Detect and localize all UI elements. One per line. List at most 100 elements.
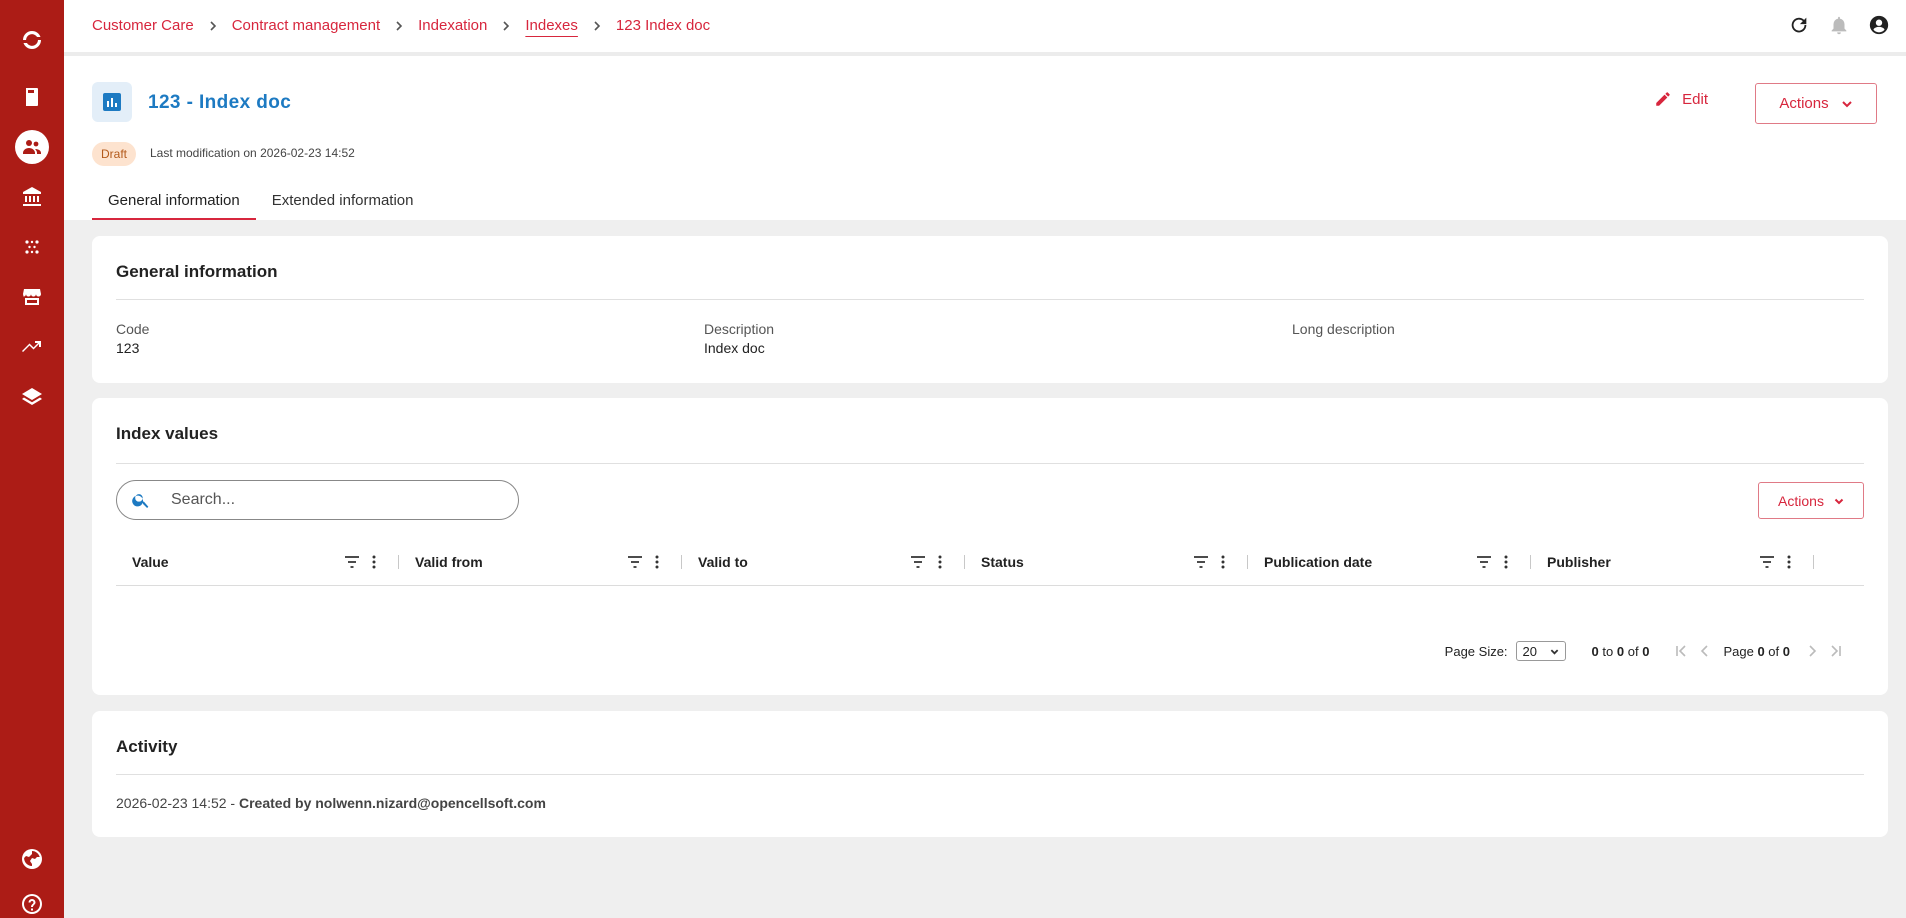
search-icon <box>132 494 149 508</box>
column-header-status[interactable]: Status <box>965 538 1248 586</box>
pager-nav-last <box>1800 644 1848 658</box>
tab-general-information[interactable]: General information <box>92 186 256 220</box>
integration-icon[interactable] <box>16 231 48 263</box>
description-value: Index doc <box>704 340 765 356</box>
activity-text: Created by nolwenn.nizard@opencellsoft.c… <box>239 795 546 811</box>
chevron-down-icon <box>1841 100 1852 107</box>
range-of-word: of <box>1627 643 1639 659</box>
edit-label: Edit <box>1682 90 1708 108</box>
more-vertical-icon[interactable] <box>1216 553 1230 571</box>
logo-icon[interactable] <box>16 24 48 56</box>
top-bar: Customer Care Contract management Indexa… <box>64 0 1906 56</box>
card-title: General information <box>116 262 278 281</box>
more-vertical-icon[interactable] <box>367 553 381 571</box>
card-title: Index values <box>116 424 219 443</box>
activity-timestamp: 2026-02-23 14:52 <box>116 795 227 811</box>
filter-icon[interactable] <box>626 553 644 571</box>
column-label: Valid from <box>415 554 483 570</box>
activity-card: Activity 2026-02-23 14:52 - Created by n… <box>92 711 1888 837</box>
filter-icon[interactable] <box>343 553 361 571</box>
customers-icon[interactable] <box>15 130 49 164</box>
filter-icon[interactable] <box>1475 553 1493 571</box>
bank-icon[interactable] <box>16 181 48 213</box>
breadcrumb-indexation[interactable]: Indexation <box>418 17 487 34</box>
column-header-valid-from[interactable]: Valid from <box>399 538 682 586</box>
filter-icon[interactable] <box>909 553 927 571</box>
breadcrumb-customer-care[interactable]: Customer Care <box>92 17 194 34</box>
help-icon[interactable] <box>16 888 48 918</box>
previous-page-icon[interactable] <box>1698 644 1712 658</box>
account-icon[interactable] <box>1868 14 1890 36</box>
chevron-right-icon <box>501 20 511 31</box>
actions-label: Actions <box>1778 492 1824 509</box>
divider <box>116 774 1864 775</box>
column-label: Status <box>981 554 1024 570</box>
chevron-down-icon <box>1834 498 1844 504</box>
refresh-icon[interactable] <box>1788 14 1810 36</box>
page-size-select[interactable]: 20 <box>1515 641 1566 661</box>
page-of-word: of <box>1768 643 1780 659</box>
divider <box>116 463 1864 464</box>
index-values-actions-button[interactable]: Actions <box>1758 482 1864 519</box>
layers-icon[interactable] <box>16 381 48 413</box>
edit-button[interactable]: Edit <box>1654 90 1708 108</box>
more-vertical-icon[interactable] <box>650 553 664 571</box>
range-from: 0 <box>1591 643 1599 659</box>
column-header-value[interactable]: Value <box>116 538 399 586</box>
breadcrumb-indexes[interactable]: Indexes <box>525 17 578 34</box>
actions-button[interactable]: Actions <box>1755 83 1877 124</box>
last-modification: Last modification on 2026-02-23 14:52 <box>150 146 355 160</box>
long-description-label: Long description <box>1292 321 1395 337</box>
page-number: 0 <box>1757 643 1765 659</box>
sidebar <box>0 0 64 918</box>
column-separator[interactable] <box>1813 555 1814 569</box>
pagination: Page Size: 20 0 to 0 of 0 Page 0 of 0 <box>1445 641 1848 661</box>
page-indicator: Page 0 of 0 <box>1723 644 1790 659</box>
divider <box>116 299 1864 300</box>
code-value: 123 <box>116 340 140 356</box>
search-box <box>116 480 519 520</box>
general-information-card: General information Code 123 Description… <box>92 236 1888 383</box>
column-label: Publisher <box>1547 554 1611 570</box>
more-vertical-icon[interactable] <box>1499 553 1513 571</box>
page-header: 123 - Index doc Edit Actions Draft Last … <box>64 56 1906 220</box>
bar-chart-icon <box>92 82 132 122</box>
page-title: 123 - Index doc <box>148 92 292 113</box>
first-page-icon[interactable] <box>1674 644 1688 658</box>
filter-icon[interactable] <box>1192 553 1210 571</box>
page-size-label: Page Size: <box>1444 643 1508 659</box>
index-values-card: Index values Actions Value Valid from Va… <box>92 398 1888 695</box>
column-label: Value <box>132 554 169 570</box>
chevron-right-icon <box>592 20 602 31</box>
actions-label: Actions <box>1779 95 1829 112</box>
language-icon[interactable] <box>16 843 48 875</box>
top-icons <box>1788 14 1890 36</box>
range-to-word: to <box>1602 643 1614 659</box>
column-header-publisher[interactable]: Publisher <box>1531 538 1814 586</box>
code-label: Code <box>116 321 150 337</box>
grid-header: Value Valid from Valid to Status Publica… <box>116 538 1864 586</box>
breadcrumb-contract-management[interactable]: Contract management <box>232 17 380 34</box>
row-range: 0 to 0 of 0 <box>1592 644 1650 659</box>
more-vertical-icon[interactable] <box>1782 553 1796 571</box>
store-icon[interactable] <box>16 281 48 313</box>
trending-icon[interactable] <box>16 331 48 363</box>
search-input[interactable] <box>171 491 491 509</box>
column-header-valid-to[interactable]: Valid to <box>682 538 965 586</box>
bell-icon[interactable] <box>1828 14 1850 36</box>
description-label: Description <box>704 321 775 337</box>
activity-separator: - <box>226 795 239 811</box>
pager-nav-first <box>1669 644 1717 658</box>
range-to: 0 <box>1616 643 1625 659</box>
chevron-right-icon <box>394 20 404 31</box>
chevron-down-icon <box>1550 649 1558 655</box>
next-page-icon[interactable] <box>1805 644 1819 658</box>
status-badge: Draft <box>92 142 137 166</box>
book-icon[interactable] <box>16 81 48 113</box>
tab-extended-information[interactable]: Extended information <box>256 186 430 220</box>
more-vertical-icon[interactable] <box>933 553 947 571</box>
filter-icon[interactable] <box>1758 553 1776 571</box>
range-total: 0 <box>1642 643 1650 659</box>
column-header-publication-date[interactable]: Publication date <box>1248 538 1531 586</box>
last-page-icon[interactable] <box>1829 644 1843 658</box>
